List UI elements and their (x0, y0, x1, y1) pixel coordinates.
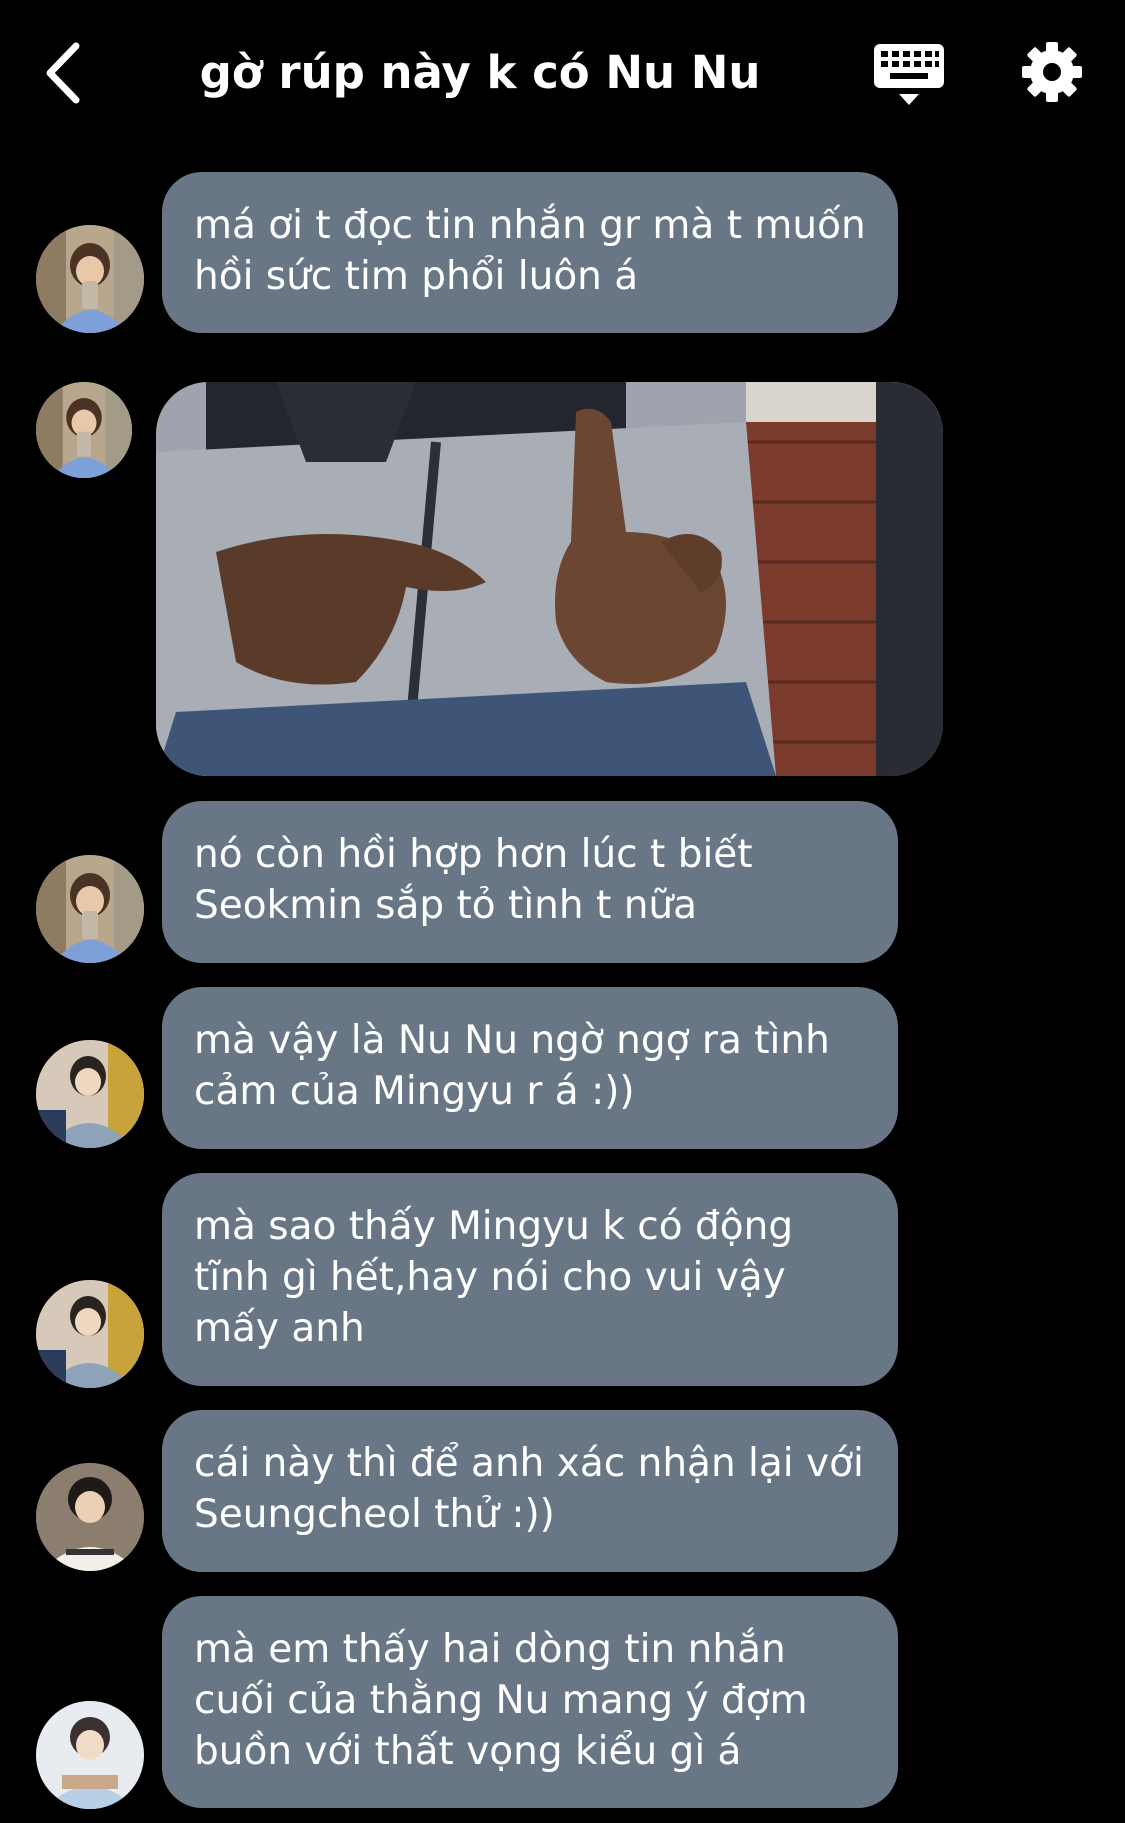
photo-person-hand-gesture (156, 382, 943, 776)
back-button[interactable] (40, 38, 90, 108)
avatar[interactable] (36, 1280, 144, 1388)
message-bubble[interactable]: cái này thì để anh xác nhận lại với Seun… (162, 1410, 898, 1572)
avatar[interactable] (36, 1040, 144, 1148)
keyboard-button[interactable] (872, 42, 946, 108)
avatar-photo-1 (36, 855, 144, 963)
avatar-photo-2 (36, 1040, 144, 1148)
image-message[interactable] (156, 382, 943, 776)
message-bubble[interactable]: nó còn hồi hợp hơn lúc t biết Seokmin sắ… (162, 801, 898, 963)
avatar-photo-3 (36, 1463, 144, 1571)
avatar[interactable] (36, 382, 132, 478)
message-bubble[interactable]: mà sao thấy Mingyu k có động tĩnh gì hết… (162, 1173, 898, 1386)
settings-button[interactable] (1020, 40, 1084, 104)
avatar-photo-2 (36, 1280, 144, 1388)
avatar-photo-1 (36, 225, 144, 333)
avatar-photo-1 (36, 382, 132, 478)
chat-header: gờ rúp này k có Nu Nu (0, 0, 1125, 150)
avatar[interactable] (36, 855, 144, 963)
chat-title: gờ rúp này k có Nu Nu (199, 46, 761, 99)
message-bubble[interactable]: mà em thấy hai dòng tin nhắn cuối của th… (162, 1596, 898, 1808)
message-bubble[interactable]: má ơi t đọc tin nhắn gr mà t muốn hồi sứ… (162, 172, 898, 333)
avatar[interactable] (36, 1701, 144, 1809)
avatar[interactable] (36, 1463, 144, 1571)
message-bubble[interactable]: mà vậy là Nu Nu ngờ ngợ ra tình cảm của … (162, 987, 898, 1149)
gear-icon (1022, 42, 1082, 102)
avatar-photo-4 (36, 1701, 144, 1809)
keyboard-icon (874, 44, 944, 105)
avatar[interactable] (36, 225, 144, 333)
chevron-left-icon (46, 42, 80, 104)
